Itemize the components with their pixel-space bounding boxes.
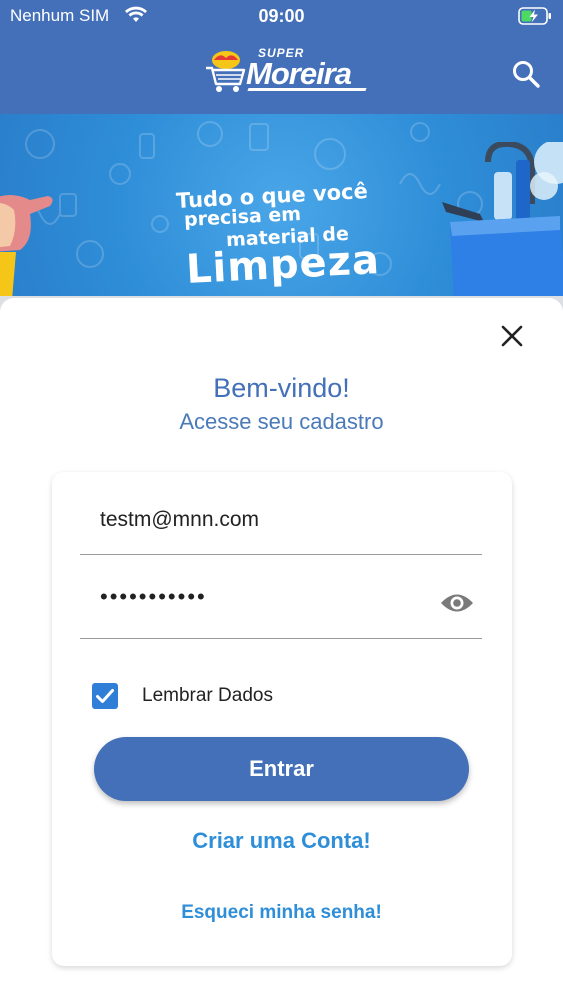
shopping-cart-icon <box>202 48 250 101</box>
super-moreira-logo: SUPER Moreira <box>202 46 372 96</box>
login-subtitle: Acesse seu cadastro <box>179 409 384 434</box>
search-button[interactable] <box>510 58 542 90</box>
login-title: Bem-vindo! <box>213 373 350 403</box>
checkmark-icon <box>96 689 114 703</box>
password-field[interactable]: ••••••••••• <box>80 580 482 639</box>
banner-person-illustration <box>0 190 60 296</box>
login-button[interactable]: Entrar <box>94 737 469 801</box>
search-icon <box>513 61 540 88</box>
battery-charging-icon <box>518 7 552 30</box>
status-clock: 09:00 <box>258 6 305 26</box>
logo-underline <box>247 88 367 91</box>
eye-icon <box>441 594 473 612</box>
forgot-password-link[interactable]: Esqueci minha senha! <box>0 902 563 924</box>
remember-label[interactable]: Lembrar Dados <box>142 685 273 707</box>
promo-banner[interactable]: Tudo o que você precisa em material de L… <box>0 114 563 296</box>
password-value[interactable]: ••••••••••• <box>100 584 207 610</box>
close-button[interactable] <box>498 322 526 350</box>
logo-brand-name: Moreira <box>246 56 352 91</box>
email-field[interactable]: testm@mnn.com <box>80 498 482 555</box>
toggle-password-visibility-button[interactable] <box>440 590 474 616</box>
cleaning-bucket-illustration <box>440 140 563 296</box>
close-icon <box>501 325 523 347</box>
status-bar: Nenhum SIM 09:00 <box>0 0 563 34</box>
app-header: Nenhum SIM 09:00 SUPER Moreira <box>0 0 563 114</box>
remember-checkbox[interactable] <box>92 683 118 709</box>
email-value[interactable]: testm@mnn.com <box>100 508 259 532</box>
create-account-link[interactable]: Criar uma Conta! <box>0 828 563 854</box>
